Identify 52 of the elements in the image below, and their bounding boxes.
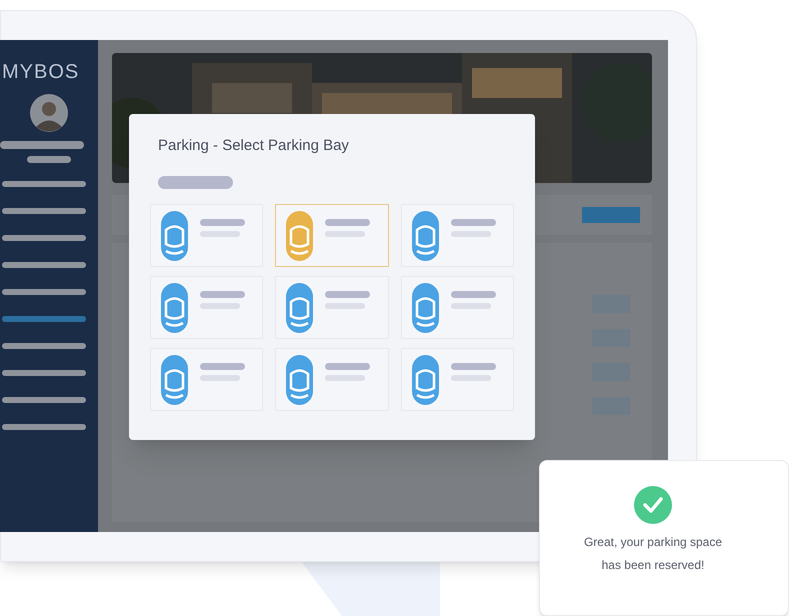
bay-name-placeholder (450, 219, 496, 226)
car-icon (161, 354, 188, 404)
bay-detail-placeholder (325, 303, 366, 309)
avatar (30, 94, 68, 132)
parking-bay[interactable] (275, 348, 389, 411)
bay-detail-placeholder (450, 231, 491, 237)
bay-detail-placeholder (450, 303, 491, 309)
nav-item[interactable] (2, 235, 86, 241)
bay-name-placeholder (200, 291, 245, 298)
nav-item[interactable] (2, 289, 86, 295)
bay-name-placeholder (450, 291, 496, 298)
car-icon (412, 282, 439, 332)
check-icon (634, 486, 672, 524)
car-icon (412, 354, 439, 404)
toast-message: Great, your parking space has been reserved! (584, 534, 722, 574)
bay-name-placeholder (200, 363, 245, 370)
bay-detail-placeholder (200, 231, 240, 237)
parking-bay[interactable] (150, 348, 264, 411)
parking-bay[interactable] (275, 276, 389, 339)
bay-detail-placeholder (325, 375, 366, 381)
nav-item[interactable] (2, 343, 86, 349)
logo: MYBOS (2, 62, 80, 82)
car-icon (161, 282, 188, 332)
bay-detail-placeholder (200, 303, 240, 309)
parking-bay[interactable] (150, 276, 264, 339)
car-icon (286, 210, 314, 260)
car-icon (161, 210, 188, 260)
nav-item[interactable] (2, 424, 86, 430)
modal-title: Parking - Select Parking Bay (158, 136, 350, 156)
nav-item[interactable] (2, 316, 86, 322)
bay-detail-placeholder (450, 375, 491, 381)
car-icon (286, 354, 314, 404)
nav-item[interactable] (2, 208, 86, 214)
bay-name-placeholder (200, 219, 245, 226)
parking-bay[interactable] (400, 204, 514, 267)
car-icon (286, 282, 314, 332)
bay-name-placeholder (325, 363, 370, 370)
bay-detail-placeholder (325, 231, 366, 237)
parking-bay[interactable] (400, 276, 514, 339)
bay-name-placeholder (325, 291, 370, 298)
parking-bay[interactable] (275, 204, 389, 267)
nav-item[interactable] (2, 397, 86, 403)
nav-item[interactable] (2, 181, 86, 187)
parking-bay[interactable] (400, 348, 514, 411)
role-placeholder (27, 156, 71, 163)
bay-detail-placeholder (200, 375, 240, 381)
nav-item[interactable] (2, 370, 86, 376)
nav-item[interactable] (2, 262, 86, 268)
parking-bay[interactable] (150, 204, 264, 267)
bay-name-placeholder (450, 363, 496, 370)
bay-name-placeholder (325, 219, 370, 226)
car-icon (412, 210, 439, 260)
